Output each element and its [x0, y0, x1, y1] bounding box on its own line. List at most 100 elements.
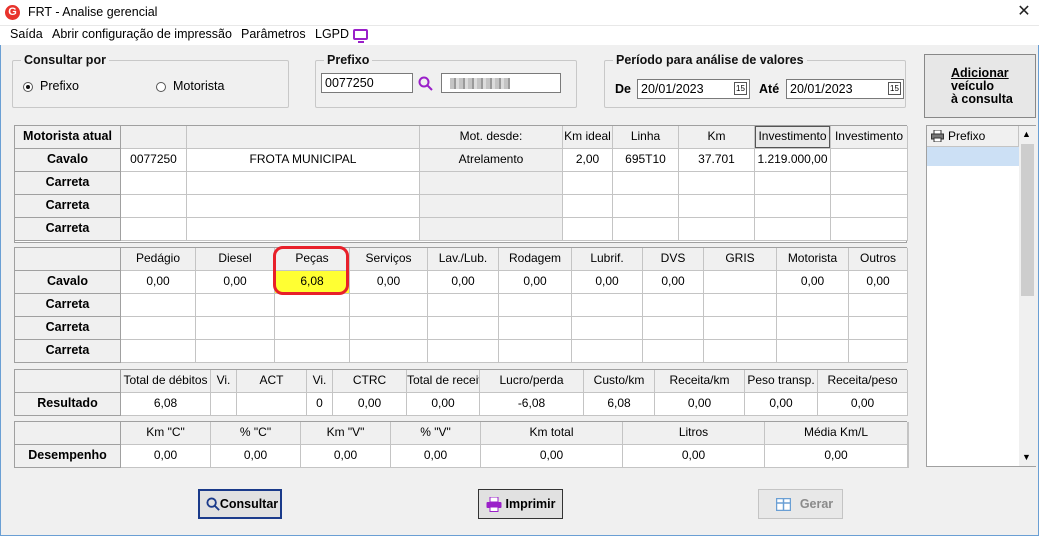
vehicles-cell[interactable]: FROTA MUNICIPAL: [187, 149, 420, 172]
radio-prefixo-label[interactable]: Prefixo: [40, 79, 79, 93]
performance-cell[interactable]: 0,00: [301, 445, 391, 468]
vehicles-row-label[interactable]: Cavalo: [15, 149, 121, 172]
menu-item-print-config[interactable]: Abrir configuração de impressão: [52, 27, 232, 41]
costs-cell[interactable]: [275, 340, 350, 363]
vehicles-cell[interactable]: [420, 195, 563, 218]
performance-cell[interactable]: [908, 445, 909, 468]
costs-cell[interactable]: [350, 294, 428, 317]
costs-cell[interactable]: [777, 317, 849, 340]
costs-cell[interactable]: 0,00: [350, 271, 428, 294]
results-cell[interactable]: 0: [307, 393, 333, 416]
scroll-up-icon[interactable]: ▲: [1022, 129, 1031, 139]
calendar-icon[interactable]: 15: [734, 82, 747, 95]
costs-cell[interactable]: [849, 317, 908, 340]
costs-cell[interactable]: [121, 294, 196, 317]
menu-item-parametros[interactable]: Parâmetros: [241, 27, 306, 41]
costs-cell[interactable]: 0,00: [572, 271, 643, 294]
costs-cell[interactable]: [350, 340, 428, 363]
costs-cell[interactable]: [849, 340, 908, 363]
vehicles-row-label[interactable]: Carreta: [15, 218, 121, 241]
costs-cell[interactable]: [704, 271, 777, 294]
vehicles-cell[interactable]: 0077250: [121, 149, 187, 172]
performance-cell[interactable]: 0,00: [765, 445, 908, 468]
performance-cell[interactable]: 0,00: [211, 445, 301, 468]
vehicles-row-label[interactable]: Carreta: [15, 195, 121, 218]
vehicles-cell[interactable]: [187, 172, 420, 195]
performance-cell[interactable]: 0,00: [391, 445, 481, 468]
vehicle-list-header[interactable]: Prefixo: [927, 126, 1019, 147]
costs-cell[interactable]: [704, 340, 777, 363]
calendar-icon[interactable]: 15: [888, 82, 901, 95]
costs-cell[interactable]: [704, 317, 777, 340]
vehicles-cell[interactable]: [755, 218, 831, 241]
vehicles-cell[interactable]: [679, 172, 755, 195]
vehicles-cell[interactable]: 37.701: [679, 149, 755, 172]
costs-cell[interactable]: [777, 294, 849, 317]
costs-cell[interactable]: 0,00: [121, 271, 196, 294]
costs-cell[interactable]: 0,00: [428, 271, 499, 294]
prefixo-input[interactable]: 0077250: [321, 73, 413, 93]
vehicles-cell[interactable]: [420, 172, 563, 195]
vehicles-row-label[interactable]: Carreta: [15, 172, 121, 195]
date-from-input[interactable]: 20/01/2023 15: [637, 79, 750, 99]
vehicles-cell[interactable]: [121, 218, 187, 241]
vehicles-cell[interactable]: [613, 218, 679, 241]
costs-cell[interactable]: [777, 340, 849, 363]
date-to-value[interactable]: 20/01/2023: [790, 82, 853, 96]
costs-cell[interactable]: [428, 317, 499, 340]
costs-row-label[interactable]: Carreta: [15, 340, 121, 363]
costs-row-label[interactable]: Cavalo: [15, 271, 121, 294]
costs-cell[interactable]: [643, 317, 704, 340]
costs-cell[interactable]: [572, 317, 643, 340]
vehicles-col-header[interactable]: Investimento: [755, 126, 831, 149]
vehicles-cell[interactable]: [121, 195, 187, 218]
radio-prefixo[interactable]: [23, 82, 33, 92]
vehicle-list[interactable]: Prefixo ▲ ▼: [926, 125, 1036, 467]
gerar-button[interactable]: Gerar: [758, 489, 843, 519]
costs-cell[interactable]: [704, 294, 777, 317]
vehicles-cell[interactable]: [563, 195, 613, 218]
costs-cell[interactable]: [121, 340, 196, 363]
add-vehicle-button[interactable]: Adicionar veículo à consulta: [924, 54, 1036, 118]
vehicles-cell[interactable]: [613, 172, 679, 195]
menu-item-lgpd[interactable]: LGPD: [315, 27, 349, 41]
results-cell[interactable]: 6,08: [584, 393, 655, 416]
costs-cell[interactable]: [572, 340, 643, 363]
results-cell[interactable]: [237, 393, 307, 416]
costs-row-label[interactable]: Carreta: [15, 294, 121, 317]
costs-cell[interactable]: [196, 340, 275, 363]
vehicles-cell[interactable]: 1.219.000,00: [755, 149, 831, 172]
costs-cell[interactable]: 0,00: [499, 271, 572, 294]
costs-cell[interactable]: [572, 294, 643, 317]
vehicle-list-selected-row[interactable]: [927, 147, 1019, 166]
vehicles-cell[interactable]: [831, 172, 908, 195]
results-cell[interactable]: 0,00: [818, 393, 908, 416]
vehicles-cell[interactable]: [121, 172, 187, 195]
performance-cell[interactable]: 0,00: [623, 445, 765, 468]
vehicles-cell[interactable]: [420, 218, 563, 241]
costs-cell[interactable]: [643, 340, 704, 363]
results-cell[interactable]: [211, 393, 237, 416]
results-cell[interactable]: 0,00: [407, 393, 480, 416]
vehicles-cell[interactable]: [187, 195, 420, 218]
monitor-icon[interactable]: [353, 29, 368, 43]
vehicles-cell[interactable]: [187, 218, 420, 241]
vehicles-cell[interactable]: [563, 172, 613, 195]
costs-cell[interactable]: [428, 294, 499, 317]
radio-motorista-label[interactable]: Motorista: [173, 79, 224, 93]
results-cell[interactable]: -6,08: [480, 393, 584, 416]
results-cell[interactable]: 6,08: [121, 393, 211, 416]
vehicles-cell[interactable]: [831, 195, 908, 218]
costs-cell[interactable]: [275, 317, 350, 340]
costs-cell[interactable]: 0,00: [196, 271, 275, 294]
performance-cell[interactable]: 0,00: [121, 445, 211, 468]
costs-cell[interactable]: [643, 294, 704, 317]
performance-cell[interactable]: 0,00: [481, 445, 623, 468]
search-icon[interactable]: [418, 76, 434, 92]
costs-cell[interactable]: [499, 317, 572, 340]
results-cell[interactable]: 0,00: [655, 393, 745, 416]
consultar-button[interactable]: Consultar: [198, 489, 282, 519]
radio-motorista[interactable]: [156, 82, 166, 92]
costs-cell[interactable]: [196, 317, 275, 340]
vehicles-cell[interactable]: [563, 218, 613, 241]
